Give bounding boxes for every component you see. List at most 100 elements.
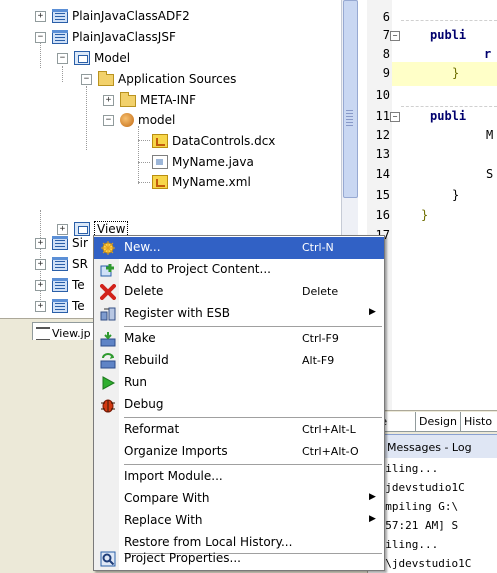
project-icon [52,299,68,313]
code-line-16: } [421,208,429,222]
tree-item-meta-inf[interactable]: + META-INF [103,90,196,110]
menu-item-label: Restore from Local History... [124,535,293,549]
menu-item-run[interactable]: Run [94,372,384,394]
menu-item-reformat[interactable]: Reformat Ctrl+Alt-L [94,419,384,441]
code-line-14: S [486,167,494,181]
submenu-arrow-icon: ▶ [369,307,376,317]
tab-design[interactable]: Design [415,412,463,432]
log-output[interactable] [367,458,497,573]
collapse-icon[interactable]: − [35,31,46,43]
tree-item-model-project[interactable]: − Model [57,48,130,68]
log-line: :\jdevstudio1C [372,481,465,494]
menu-item-delete[interactable]: Delete Delete [94,281,384,303]
expand-icon[interactable]: + [35,300,46,312]
structure-icon [36,326,50,340]
log-window-header[interactable]: Messages - Log [367,434,497,459]
menu-item-shortcut: Delete [302,285,339,298]
expand-icon[interactable]: + [35,279,46,291]
menu-item-debug[interactable]: Debug [94,394,384,416]
tree-item-plainjavaclassjsf[interactable]: − PlainJavaClassJSF [35,27,176,47]
line-number: 14 [375,167,390,181]
expand-icon[interactable]: + [35,10,46,22]
line-number: 6 [382,10,390,24]
menu-item-shortcut: Ctrl+Alt-O [302,445,359,458]
menu-separator [124,326,382,327]
rebuild-icon [100,353,116,369]
run-icon [102,376,116,390]
menu-item-label: Register with ESB [124,306,230,320]
folder-icon [98,71,114,86]
menu-item-label: Make [124,331,156,345]
menu-item-organize-imports[interactable]: Organize Imports Ctrl+Alt-O [94,441,384,463]
menu-item-compare-with[interactable]: Compare With ▶ [94,488,384,510]
menu-item-label: Project Properties... [124,551,241,565]
tree-item-te-2[interactable]: + Te [35,296,85,316]
code-line-15: } [452,188,460,202]
new-icon [101,241,115,255]
tree-item-label: META-INF [140,93,197,107]
fold-collapse-icon[interactable]: − [390,112,400,122]
tree-item-sr[interactable]: + SR [35,254,88,274]
menu-item-make[interactable]: Make Ctrl-F9 [94,328,384,350]
tree-item-label: MyName.java [172,155,254,169]
menu-item-label: Import Module... [124,469,223,483]
menu-item-project-properties[interactable]: Project Properties... [94,548,384,570]
menu-item-label: New... [124,240,161,254]
expand-icon[interactable]: + [103,94,114,106]
method-separator [401,20,497,21]
tree-item-application-sources[interactable]: − Application Sources [81,69,236,89]
tree-item-label: Model [94,51,131,65]
menu-item-add-to-project-content[interactable]: Add to Project Content... [94,259,384,281]
collapse-icon[interactable]: − [57,52,68,64]
register-esb-icon [100,307,116,321]
tree-item-model-package[interactable]: − model [103,110,175,130]
tree-item-label: PlainJavaClassADF2 [72,9,190,23]
tree-item-myname-java[interactable]: MyName.java [152,152,254,172]
java-file-icon [152,155,168,169]
tab-history[interactable]: Histo [460,412,497,432]
expand-icon[interactable]: + [35,258,46,270]
debug-icon [101,399,115,413]
line-number: 16 [375,208,390,222]
scrollbar-grip-icon [346,110,353,126]
menu-item-new[interactable]: New... Ctrl-N [94,237,384,259]
menu-item-label: Add to Project Content... [124,262,271,276]
tree-item-myname-xml[interactable]: MyName.xml [152,172,251,192]
menu-item-import-module[interactable]: Import Module... [94,466,384,488]
code-line-9: } [452,66,460,80]
tree-item-plainjavaclassadf2[interactable]: + PlainJavaClassADF2 [35,6,190,26]
menu-item-replace-with[interactable]: Replace With ▶ [94,510,384,532]
log-line: G:\jdevstudio1C [372,557,472,570]
menu-item-label: Delete [124,284,164,298]
folder-icon [120,92,136,107]
line-number: 11 [375,109,390,123]
project-properties-icon [100,551,116,567]
tree-item-label: DataControls.dcx [172,134,276,148]
tree-item-sir[interactable]: + Sir [35,233,88,253]
code-line-8: r [484,47,492,61]
fold-collapse-icon[interactable]: − [390,31,400,41]
menu-item-shortcut: Ctrl+Alt-L [302,423,356,436]
menu-separator [124,417,382,418]
menu-item-register-with-esb[interactable]: Register with ESB ▶ [94,303,384,325]
tree-item-datacontrols-dcx[interactable]: DataControls.dcx [152,131,275,151]
tab-label: Design [419,415,457,428]
tree-item-label: Te [72,278,85,292]
project-icon [52,9,68,23]
code-line-12: M [486,128,494,142]
collapse-icon[interactable]: − [81,73,92,85]
menu-item-rebuild[interactable]: Rebuild Alt-F9 [94,350,384,372]
menu-item-shortcut: Ctrl-F9 [302,332,339,345]
line-number: 12 [375,128,390,142]
collapse-icon[interactable]: − [103,114,114,126]
submenu-arrow-icon: ▶ [369,492,376,502]
log-title: Messages - Log [387,440,472,454]
menu-item-label: Compare With [124,491,210,505]
xml-file-icon [152,175,168,189]
project-icon [52,257,68,271]
tree-scrollbar-thumb[interactable] [343,0,358,198]
tree-item-te-1[interactable]: + Te [35,275,85,295]
expand-icon[interactable]: + [35,237,46,249]
tab-label: View.jp [52,326,91,340]
line-number: 13 [375,147,390,161]
